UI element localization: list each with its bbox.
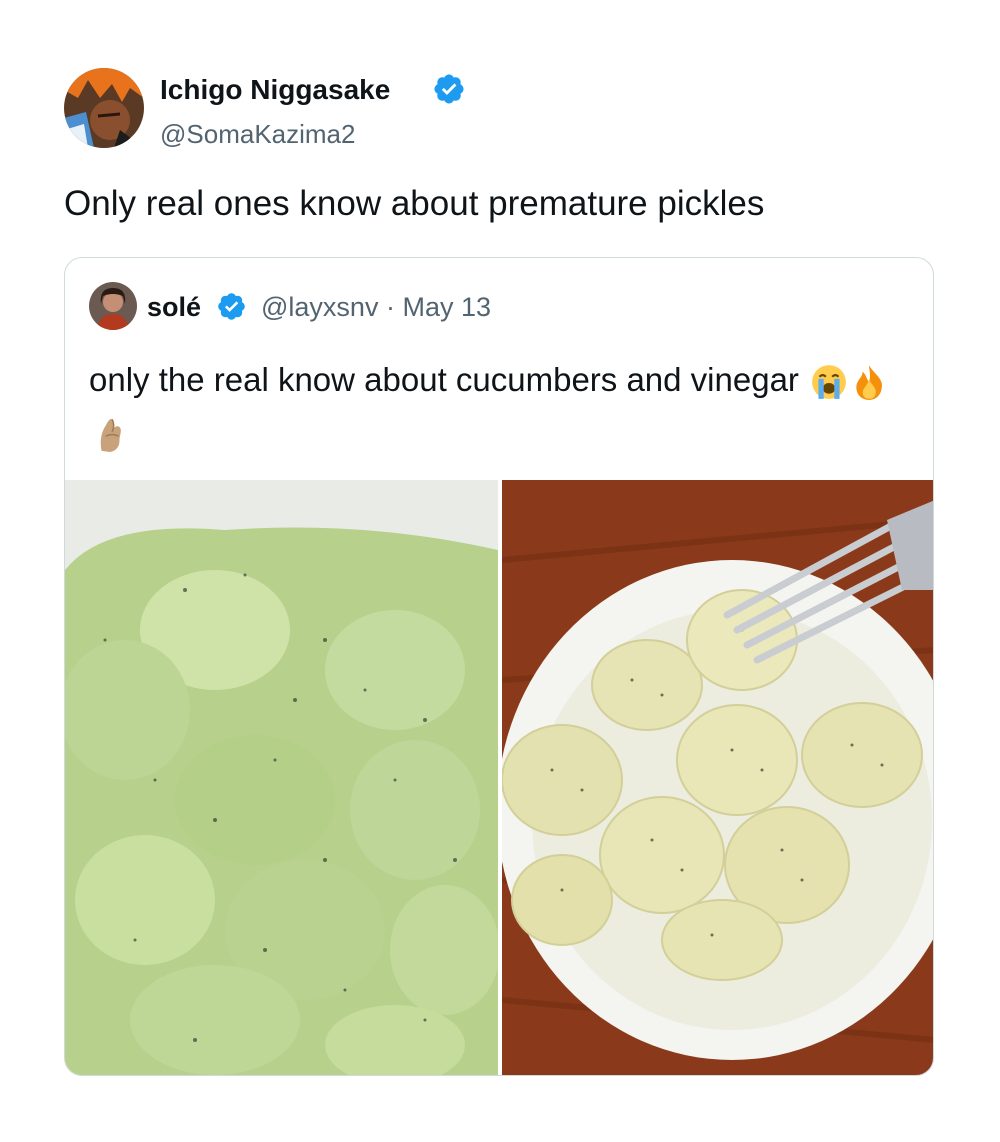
meta-separator: · bbox=[385, 292, 395, 322]
quoted-tweet-text: only the real know about cucumbers and v… bbox=[89, 361, 799, 398]
cucumber-slices-bowl-with-fork-photo[interactable] bbox=[502, 480, 933, 1075]
quoted-meta: @layxsnv · May 13 bbox=[261, 292, 491, 323]
quoted-date[interactable]: May 13 bbox=[402, 292, 491, 323]
author-handle[interactable]: @SomaKazima2 bbox=[160, 119, 355, 150]
quoted-tweet-card[interactable]: solé @layxsnv · May 13 only the real kno… bbox=[64, 257, 934, 1076]
pinched-fingers-emoji bbox=[100, 419, 121, 453]
tweet-text: Only real ones know about premature pick… bbox=[64, 184, 765, 223]
fire-emoji bbox=[856, 365, 883, 401]
quoted-author-avatar[interactable] bbox=[89, 282, 137, 330]
quoted-author-name[interactable]: solé bbox=[147, 292, 201, 323]
cucumber-slices-in-vinegar-photo[interactable] bbox=[65, 480, 498, 1075]
verified-badge-icon bbox=[434, 74, 464, 104]
quoted-tweet-text-block: only the real know about cucumbers and v… bbox=[89, 354, 889, 458]
quoted-author-handle[interactable]: @layxsnv bbox=[261, 292, 378, 323]
loudly-crying-face-emoji bbox=[812, 365, 846, 400]
author-avatar[interactable] bbox=[64, 68, 144, 148]
author-name[interactable]: Ichigo Niggasake bbox=[160, 74, 390, 106]
quoted-verified-badge-icon bbox=[218, 293, 245, 320]
